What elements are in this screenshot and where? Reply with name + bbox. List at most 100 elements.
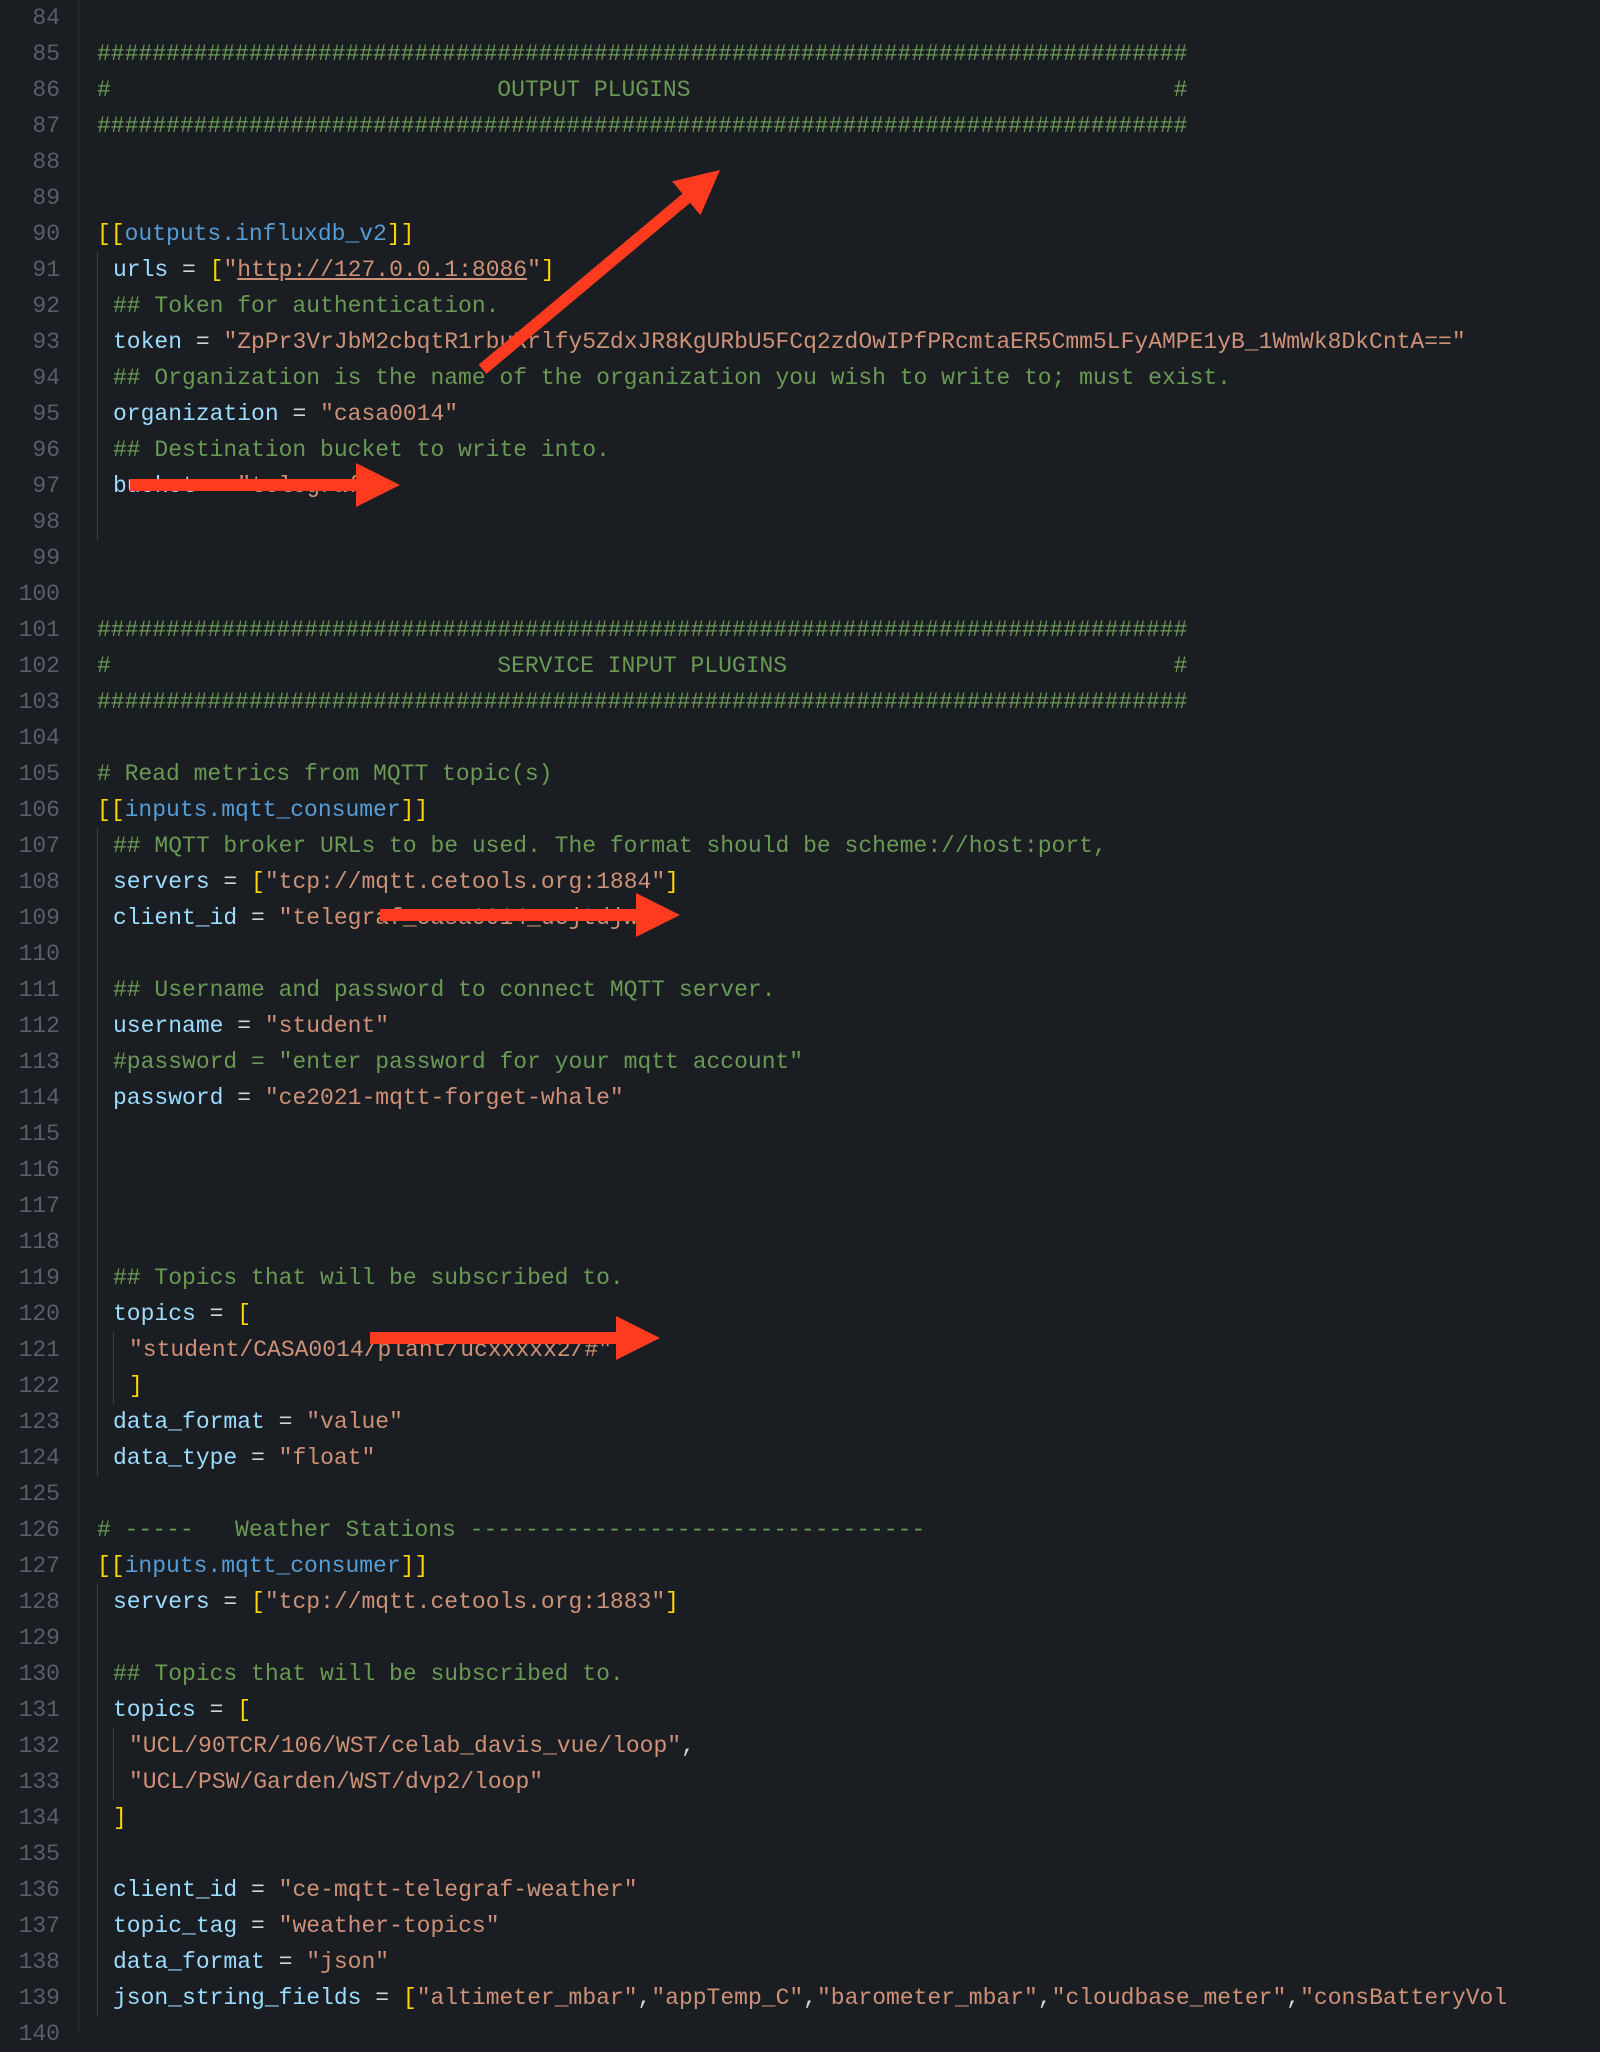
key-token: data_type: [113, 1440, 237, 1476]
punct-token: =: [182, 324, 223, 360]
line-number: 101: [0, 612, 60, 648]
line-number: 139: [0, 1980, 60, 2016]
code-line: json_string_fields = ["altimeter_mbar","…: [97, 1980, 1600, 2016]
code-line: client_id = "ce-mqtt-telegraf-weather": [97, 1872, 1600, 1908]
brkt-token: [: [251, 1584, 265, 1620]
line-number: 140: [0, 2016, 60, 2052]
code-line: #password = "enter password for your mqt…: [97, 1044, 1600, 1080]
line-number: 100: [0, 576, 60, 612]
key-token: topics: [113, 1296, 196, 1332]
line-number: 115: [0, 1116, 60, 1152]
comment-token: # Read metrics from MQTT topic(s): [97, 756, 552, 792]
code-line: organization = "casa0014": [97, 396, 1600, 432]
code-editor[interactable]: 8485868788899091929394959697989910010110…: [0, 0, 1600, 2034]
brkt-token: [: [237, 1692, 251, 1728]
code-line: ## Destination bucket to write into.: [97, 432, 1600, 468]
line-number: 95: [0, 396, 60, 432]
line-number: 90: [0, 216, 60, 252]
code-line: [97, 1836, 1600, 1872]
line-number: 102: [0, 648, 60, 684]
code-line: ########################################…: [97, 612, 1600, 648]
line-number: 89: [0, 180, 60, 216]
line-number: 116: [0, 1152, 60, 1188]
code-line: "UCL/90TCR/106/WST/celab_davis_vue/loop"…: [97, 1728, 1600, 1764]
code-area[interactable]: ########################################…: [78, 0, 1600, 2034]
line-number: 124: [0, 1440, 60, 1476]
code-line: [97, 180, 1600, 216]
string-token: ": [223, 252, 237, 288]
brkt-token: ]]: [401, 792, 429, 828]
brkt-token: ]: [113, 1800, 127, 1836]
code-line: "UCL/PSW/Garden/WST/dvp2/loop": [97, 1764, 1600, 1800]
code-line: ## Token for authentication.: [97, 288, 1600, 324]
section-token: outputs.influxdb_v2: [125, 216, 387, 252]
code-line: bucket = "telegraf": [97, 468, 1600, 504]
code-line: ########################################…: [97, 684, 1600, 720]
line-number: 112: [0, 1008, 60, 1044]
punct-token: =: [196, 1692, 237, 1728]
brkt-token: ]: [129, 1368, 143, 1404]
code-line: token = "ZpPr3VrJbM2cbqtR1rbuRrlfy5ZdxJR…: [97, 324, 1600, 360]
code-line: # Read metrics from MQTT topic(s): [97, 756, 1600, 792]
string-token: "value": [306, 1404, 403, 1440]
line-number: 108: [0, 864, 60, 900]
string-token: "ce2021-mqtt-forget-whale": [265, 1080, 624, 1116]
comment-token: ## Organization is the name of the organ…: [113, 360, 1231, 396]
line-number: 111: [0, 972, 60, 1008]
line-number: 96: [0, 432, 60, 468]
line-number: 99: [0, 540, 60, 576]
key-token: json_string_fields: [113, 1980, 361, 2016]
code-line: [97, 1224, 1600, 1260]
brkt-token: [: [210, 252, 224, 288]
line-number: 94: [0, 360, 60, 396]
comment-token: ########################################…: [97, 612, 1187, 648]
line-number: 118: [0, 1224, 60, 1260]
string-token: "float": [279, 1440, 376, 1476]
line-number-gutter: 8485868788899091929394959697989910010110…: [0, 0, 78, 2034]
comment-token: ## Username and password to connect MQTT…: [113, 972, 776, 1008]
punct-token: =: [210, 864, 251, 900]
line-number: 103: [0, 684, 60, 720]
punct-token: =: [223, 1080, 264, 1116]
code-line: [[outputs.influxdb_v2]]: [97, 216, 1600, 252]
key-token: servers: [113, 1584, 210, 1620]
string-token: "json": [306, 1944, 389, 1980]
key-token: client_id: [113, 1872, 237, 1908]
line-number: 129: [0, 1620, 60, 1656]
line-number: 131: [0, 1692, 60, 1728]
code-line: topic_tag = "weather-topics": [97, 1908, 1600, 1944]
string-token: "student/CASA0014/plant/ucxxxxx2/#": [129, 1332, 612, 1368]
code-line: ## Topics that will be subscribed to.: [97, 1656, 1600, 1692]
comment-token: ########################################…: [97, 684, 1187, 720]
line-number: 92: [0, 288, 60, 324]
string-token: "tcp://mqtt.cetools.org:1883": [265, 1584, 665, 1620]
line-number: 130: [0, 1656, 60, 1692]
comment-token: # SERVICE INPUT PLUGINS #: [97, 648, 1187, 684]
punct-token: ,: [1286, 1980, 1300, 2016]
code-line: ]: [97, 1800, 1600, 1836]
line-number: 88: [0, 144, 60, 180]
line-number: 127: [0, 1548, 60, 1584]
code-line: data_type = "float": [97, 1440, 1600, 1476]
code-line: data_format = "json": [97, 1944, 1600, 1980]
line-number: 119: [0, 1260, 60, 1296]
string-token: "casa0014": [320, 396, 458, 432]
line-number: 104: [0, 720, 60, 756]
link-token: http://127.0.0.1:8086: [237, 252, 527, 288]
line-number: 87: [0, 108, 60, 144]
line-number: 132: [0, 1728, 60, 1764]
brkt-token: [[: [97, 216, 125, 252]
line-number: 117: [0, 1188, 60, 1224]
line-number: 86: [0, 72, 60, 108]
key-token: topic_tag: [113, 1908, 237, 1944]
string-token: "UCL/PSW/Garden/WST/dvp2/loop": [129, 1764, 543, 1800]
code-line: [[inputs.mqtt_consumer]]: [97, 792, 1600, 828]
key-token: urls: [113, 252, 168, 288]
line-number: 93: [0, 324, 60, 360]
line-number: 110: [0, 936, 60, 972]
punct-token: =: [196, 1296, 237, 1332]
punct-token: =: [168, 252, 209, 288]
section-token: inputs.mqtt_consumer: [125, 1548, 401, 1584]
line-number: 122: [0, 1368, 60, 1404]
string-token: "tcp://mqtt.cetools.org:1884": [265, 864, 665, 900]
